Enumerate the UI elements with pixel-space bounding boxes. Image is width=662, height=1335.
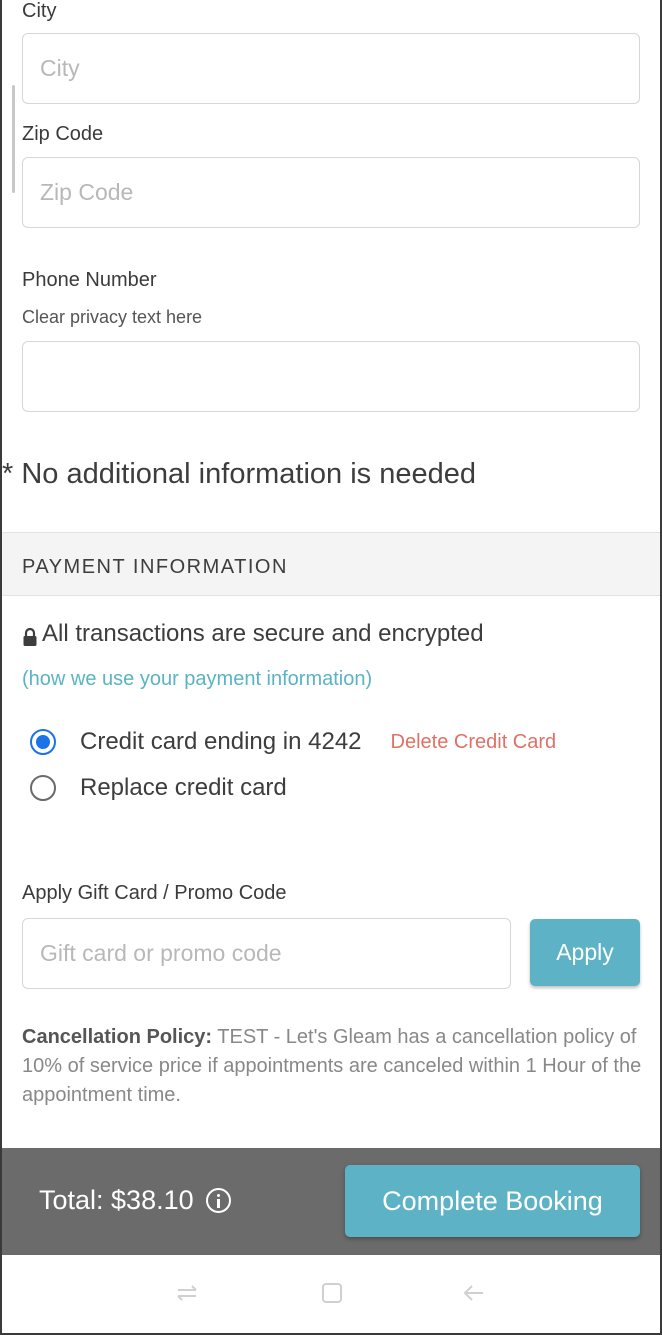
secure-transactions-note: All transactions are secure and encrypte… (22, 620, 484, 648)
system-navigation-bar (2, 1255, 660, 1333)
replace-card-option[interactable]: Replace credit card (30, 774, 287, 802)
payment-info-link[interactable]: (how we use your payment information) (22, 668, 372, 691)
info-icon[interactable] (205, 1188, 231, 1213)
back-icon[interactable] (462, 1281, 486, 1305)
city-input[interactable] (22, 33, 640, 104)
lock-icon (22, 625, 38, 646)
replace-card-radio[interactable] (30, 775, 56, 801)
complete-booking-button[interactable]: Complete Booking (345, 1165, 640, 1237)
cancellation-policy-title: Cancellation Policy: (22, 1026, 213, 1048)
secure-text: All transactions are secure and encrypte… (42, 620, 484, 647)
no-info-needed-notice: * No additional information is needed (2, 458, 476, 490)
saved-card-option[interactable]: Credit card ending in 4242 Delete Credit… (30, 728, 556, 756)
total-price: Total: $38.10 (39, 1185, 231, 1216)
replace-card-label[interactable]: Replace credit card (80, 774, 287, 802)
home-icon[interactable] (320, 1281, 344, 1305)
scroll-indicator[interactable] (12, 85, 15, 193)
apply-promo-button[interactable]: Apply (530, 919, 640, 986)
delete-credit-card-link[interactable]: Delete Credit Card (391, 731, 557, 754)
phone-number-label: Phone Number (22, 269, 157, 291)
phone-number-input[interactable] (22, 341, 640, 412)
cancellation-policy: Cancellation Policy: TEST - Let's Gleam … (22, 1023, 642, 1110)
city-label: City (22, 0, 57, 22)
promo-code-label: Apply Gift Card / Promo Code (22, 882, 287, 904)
payment-section-title: PAYMENT INFORMATION (22, 556, 288, 578)
booking-footer-bar: Total: $38.10 Complete Booking (2, 1148, 660, 1255)
booking-form-screen: City Zip Code Phone Number Clear privacy… (0, 0, 662, 1335)
recent-apps-icon[interactable] (175, 1281, 199, 1305)
zip-code-input[interactable] (22, 157, 640, 228)
promo-code-input[interactable] (22, 918, 511, 989)
zip-code-label: Zip Code (22, 123, 104, 145)
saved-card-radio[interactable] (30, 729, 56, 755)
payment-section-header: PAYMENT INFORMATION (2, 532, 660, 596)
total-price-text: Total: $38.10 (39, 1185, 194, 1215)
saved-card-label[interactable]: Credit card ending in 4242 (80, 728, 362, 756)
phone-privacy-text: Clear privacy text here (22, 307, 203, 327)
